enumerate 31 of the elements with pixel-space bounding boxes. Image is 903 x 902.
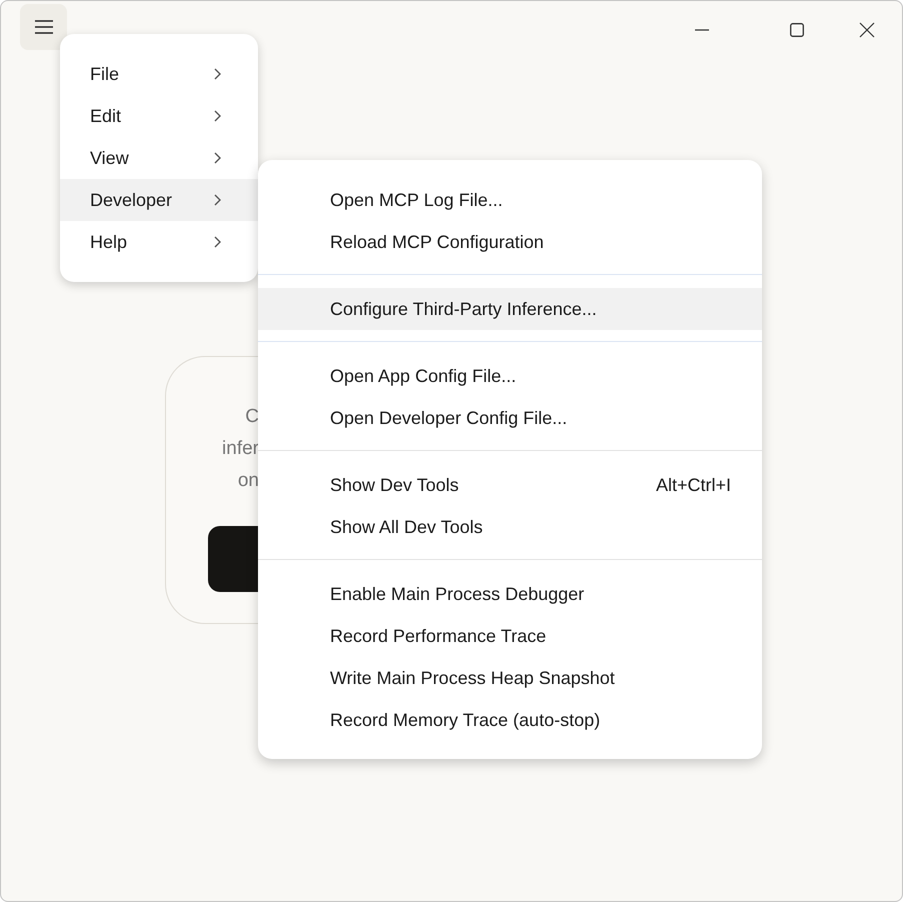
menu-item[interactable]: Open MCP Log File... <box>258 179 762 221</box>
minimize-icon <box>695 29 709 31</box>
maximize-icon <box>790 23 804 37</box>
card-text: infer <box>222 437 259 461</box>
chevron-right-icon <box>214 236 221 248</box>
menu-item[interactable]: Help <box>60 221 258 263</box>
menu-item[interactable]: Configure Third-Party Inference... <box>258 288 762 330</box>
action-button[interactable] <box>208 526 259 592</box>
menu-item[interactable]: Show Dev Tools Alt+Ctrl+I <box>258 464 762 506</box>
card-text: C <box>245 405 259 429</box>
menu-item[interactable]: File <box>60 53 258 95</box>
menu-item[interactable]: Edit <box>60 95 258 137</box>
menu-item[interactable]: View <box>60 137 258 179</box>
chevron-right-icon <box>214 68 221 80</box>
menu-item[interactable]: Open Developer Config File... <box>258 397 762 439</box>
menu-item[interactable]: Record Memory Trace (auto-stop) <box>258 699 762 741</box>
close-icon <box>859 22 875 38</box>
menu-icon <box>34 20 52 34</box>
chevron-right-icon <box>214 194 221 206</box>
card-text: on <box>238 469 259 493</box>
menu-button[interactable] <box>20 4 67 50</box>
menu-item[interactable]: Developer <box>60 179 258 221</box>
menu-item[interactable]: Enable Main Process Debugger <box>258 573 762 615</box>
menu-item[interactable]: Reload MCP Configuration <box>258 221 762 263</box>
menu-item[interactable]: Show All Dev Tools <box>258 506 762 548</box>
chevron-right-icon <box>214 152 221 164</box>
shortcut-text: Alt+Ctrl+I <box>656 474 731 496</box>
menu-item[interactable]: Record Performance Trace <box>258 615 762 657</box>
menu-item[interactable]: Open App Config File... <box>258 355 762 397</box>
menu-item[interactable]: Write Main Process Heap Snapshot <box>258 657 762 699</box>
chevron-right-icon <box>214 110 221 122</box>
